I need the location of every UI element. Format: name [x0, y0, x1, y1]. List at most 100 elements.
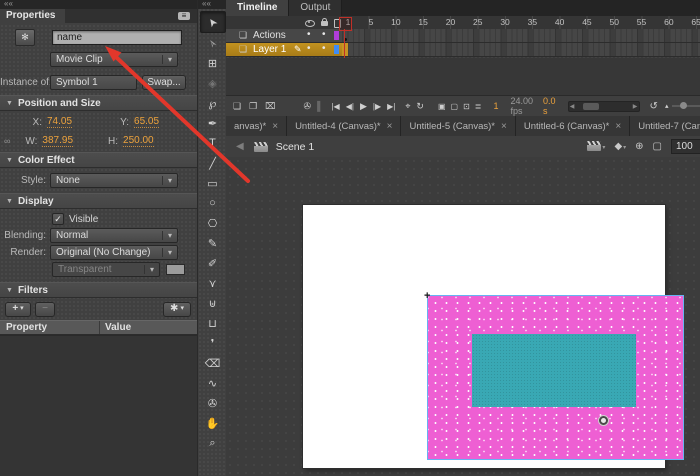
eyedropper-tool[interactable]: ❜: [201, 333, 225, 353]
center-stage-button[interactable]: ⊕: [635, 141, 643, 152]
layer-visibility-dot[interactable]: •: [307, 43, 311, 55]
scroll-right-icon[interactable]: ▶: [632, 103, 639, 110]
3d-rotation-tool[interactable]: ◈: [201, 73, 225, 93]
remove-filter-button[interactable]: −: [35, 302, 55, 317]
close-icon[interactable]: ×: [387, 121, 393, 132]
selection-tool[interactable]: ➤: [200, 11, 226, 33]
text-tool[interactable]: T: [201, 133, 225, 153]
bone-tool[interactable]: ⋎: [201, 273, 225, 293]
edit-symbols-button[interactable]: ◆▾: [614, 141, 626, 152]
section-position-and-size[interactable]: ▼ Position and Size: [0, 95, 197, 111]
layer-name[interactable]: Actions: [253, 29, 286, 42]
blending-dropdown[interactable]: Normal ▾: [50, 228, 178, 243]
close-icon[interactable]: ×: [272, 121, 278, 132]
scene-label[interactable]: Scene 1: [276, 141, 315, 153]
layer-frames[interactable]: [342, 29, 700, 43]
layer-lock-dot[interactable]: •: [322, 43, 326, 55]
step-forward-button[interactable]: |▶: [373, 102, 381, 111]
tools-collapse-strip[interactable]: ««: [198, 0, 227, 9]
scrollbar-thumb[interactable]: [583, 103, 599, 110]
new-layer-button[interactable]: ❏: [233, 101, 241, 112]
timeline-zoom-slider[interactable]: [672, 105, 700, 107]
delete-layer-button[interactable]: ⌧: [265, 101, 275, 112]
playhead[interactable]: [339, 17, 352, 31]
panel-tab[interactable]: Output: [289, 0, 342, 16]
add-camera-button[interactable]: ✇: [304, 101, 312, 112]
step-back-button[interactable]: ◀|: [346, 102, 354, 111]
ink-bottle-tool[interactable]: ⊔: [201, 313, 225, 333]
layer-name[interactable]: Layer 1: [253, 43, 286, 56]
selected-frame[interactable]: [342, 43, 348, 56]
edit-scene-button[interactable]: ▾: [587, 141, 605, 152]
onion-skin-outlines-button[interactable]: ▢: [451, 102, 459, 111]
slider-knob[interactable]: [680, 102, 687, 109]
go-to-first-frame-button[interactable]: |◀: [331, 102, 339, 111]
layer-row-layer1[interactable]: ❏ Layer 1 ✎ • •: [226, 43, 700, 57]
panel-menu-icon[interactable]: ≡: [178, 12, 190, 20]
y-value[interactable]: 65.05: [134, 116, 159, 128]
oval-tool[interactable]: ○: [201, 193, 225, 213]
instance-name-input[interactable]: name: [52, 30, 182, 45]
section-display[interactable]: ▼ Display: [0, 193, 197, 209]
panel-collapse-strip[interactable]: ««: [0, 0, 197, 9]
h-value[interactable]: 250.00: [123, 135, 154, 147]
swap-button[interactable]: Swap...: [142, 75, 186, 90]
layer-frames[interactable]: [342, 43, 700, 57]
paint-bucket-tool[interactable]: ⊎: [201, 293, 225, 313]
section-color-effect[interactable]: ▼ Color Effect: [0, 152, 197, 168]
subselection-tool[interactable]: ➢: [201, 33, 225, 53]
symbol-type-dropdown[interactable]: Movie Clip ▾: [50, 52, 178, 67]
visible-checkbox[interactable]: ✓: [52, 213, 64, 225]
camera-tool[interactable]: ✇: [201, 393, 225, 413]
width-tool[interactable]: ∿: [201, 373, 225, 393]
modify-markers-button[interactable]: ≣: [475, 102, 482, 111]
play-button[interactable]: ▶: [360, 101, 367, 112]
w-value[interactable]: 387.95: [42, 135, 73, 147]
filter-options-button[interactable]: ✱ ▾: [163, 302, 191, 317]
line-tool[interactable]: ╱: [201, 153, 225, 173]
timeline-scrollbar[interactable]: ◀ ▶: [568, 101, 640, 112]
document-tab[interactable]: Untitled-4 (Canvas)* ×: [287, 116, 401, 136]
free-transform-tool[interactable]: ⊞: [201, 53, 225, 73]
add-filter-button[interactable]: + ▾: [5, 302, 31, 317]
column-property[interactable]: Property: [0, 321, 100, 334]
new-folder-button[interactable]: ❐: [249, 101, 257, 112]
brush-tool[interactable]: ✐: [201, 253, 225, 273]
elapsed-time-indicator[interactable]: 0.0 s: [543, 96, 556, 117]
lock-layers-icon[interactable]: [321, 21, 328, 26]
column-value[interactable]: Value: [100, 321, 197, 334]
render-dropdown[interactable]: Original (No Change) ▾: [50, 245, 178, 260]
pen-tool[interactable]: ✒: [201, 113, 225, 133]
pencil-tool[interactable]: ✎: [201, 233, 225, 253]
zoom-tool[interactable]: ⌕: [201, 433, 225, 453]
collapse-panel-icon[interactable]: ««: [4, 0, 13, 8]
polystar-tool[interactable]: ⎔: [201, 213, 225, 233]
loop-button[interactable]: ↻: [416, 101, 424, 112]
document-tab[interactable]: Untitled-7 (Canvas)* ×: [630, 116, 700, 136]
panel-tab[interactable]: Timeline: [226, 0, 289, 16]
tab-properties[interactable]: Properties: [0, 9, 65, 23]
show-hide-layers-icon[interactable]: [305, 20, 315, 27]
x-value[interactable]: 74.05: [47, 116, 72, 128]
document-tab[interactable]: anvas)* ×: [226, 116, 287, 136]
stage-canvas[interactable]: +: [303, 205, 665, 468]
clip-content-button[interactable]: ▢: [653, 141, 662, 152]
collapse-panel-icon[interactable]: ««: [202, 0, 211, 8]
inner-rectangle[interactable]: [472, 334, 636, 407]
back-arrow-icon[interactable]: ◀: [236, 141, 244, 152]
layer-visibility-dot[interactable]: •: [307, 29, 311, 41]
close-icon[interactable]: ×: [615, 121, 621, 132]
document-tab[interactable]: Untitled-6 (Canvas)* ×: [516, 116, 630, 136]
close-icon[interactable]: ×: [501, 121, 507, 132]
layer-lock-dot[interactable]: •: [322, 29, 326, 41]
style-dropdown[interactable]: None ▾: [50, 173, 178, 188]
document-tab[interactable]: Untitled-5 (Canvas)* ×: [401, 116, 515, 136]
zoom-out-tick-icon[interactable]: ▴: [665, 102, 669, 110]
stage-pasteboard[interactable]: +: [226, 157, 700, 476]
scroll-left-icon[interactable]: ◀: [569, 103, 576, 110]
rectangle-tool[interactable]: ▭: [201, 173, 225, 193]
selected-movie-clip-rectangle[interactable]: +: [427, 295, 684, 460]
layer-row-actions[interactable]: ❏ Actions • •: [226, 29, 700, 43]
center-frame-button[interactable]: ⌖: [405, 101, 410, 112]
stage-zoom-input[interactable]: 100: [671, 139, 700, 154]
